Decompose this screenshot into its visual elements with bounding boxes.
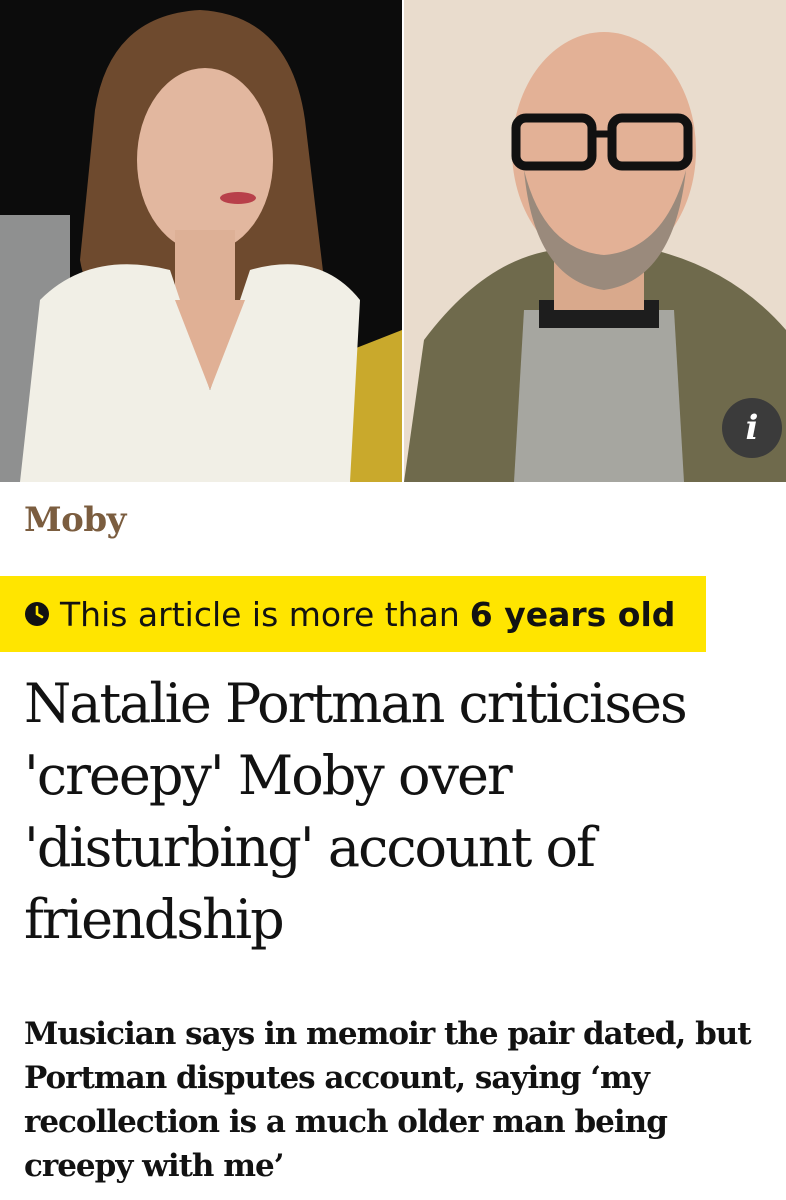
- info-button[interactable]: i: [722, 398, 782, 458]
- info-icon: i: [745, 408, 759, 448]
- section-label[interactable]: Moby: [24, 500, 126, 540]
- age-notice-value: 6 years old: [469, 594, 676, 634]
- portrait-photo-left: [0, 0, 402, 482]
- article-age-banner: This article is more than 6 years old: [0, 576, 706, 652]
- clock-icon: [24, 601, 50, 627]
- article-headline: Natalie Portman criticises 'creepy' Moby…: [24, 672, 688, 951]
- hero-image[interactable]: i: [0, 0, 786, 482]
- article-standfirst: Musician says in memoir the pair dated, …: [24, 1016, 752, 1184]
- article-page: i Moby This article is more than 6 years…: [0, 0, 786, 1200]
- age-notice-text: This article is more than: [60, 594, 460, 634]
